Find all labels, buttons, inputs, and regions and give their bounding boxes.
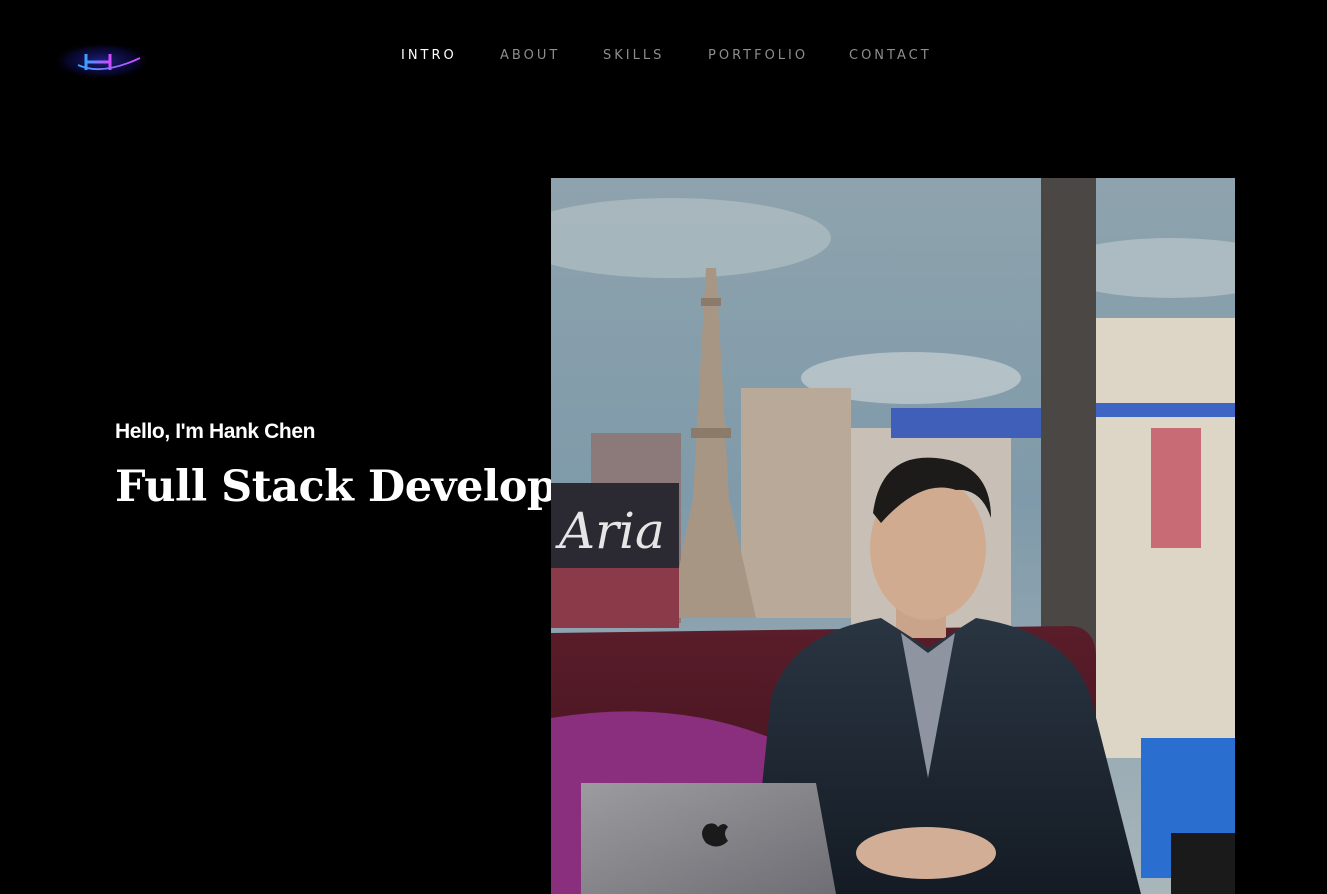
nav-intro[interactable]: INTRO [401,48,457,63]
nav-skills[interactable]: SKILLS [603,48,664,63]
main-nav: INTRO ABOUT SKILLS PORTFOLIO CONTACT [0,48,1327,64]
nav-portfolio[interactable]: PORTFOLIO [708,48,808,63]
nav-about[interactable]: ABOUT [500,48,560,63]
hero-greeting: Hello, I'm Hank Chen [115,420,316,443]
profile-photo: Aria [551,178,1235,894]
hero-title: Full Stack Developer [115,462,606,512]
nav-contact[interactable]: CONTACT [849,48,932,63]
aria-sign: Aria [555,502,665,560]
